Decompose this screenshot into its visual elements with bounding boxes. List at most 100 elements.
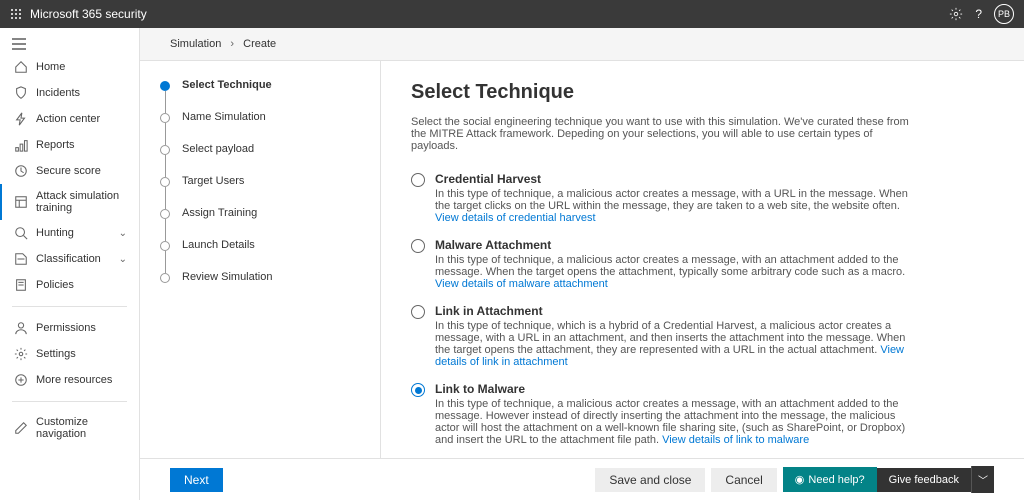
nav-label: Reports (36, 139, 75, 151)
technique-description: In this type of technique, a malicious a… (435, 398, 911, 446)
wizard-step[interactable]: Review Simulation (160, 273, 370, 305)
technique-radio[interactable] (411, 383, 425, 397)
technique-details-link[interactable]: View details of link to malware (662, 434, 809, 446)
footer-bar: Next Save and close Cancel ◉Need help? G… (140, 458, 1024, 500)
chevron-down-icon: ⌄ (119, 228, 127, 239)
report-icon (14, 138, 28, 152)
technique-details-link[interactable]: View details of malware attachment (435, 278, 608, 290)
wizard-body: Select Technique Select the social engin… (380, 61, 1024, 458)
step-indicator-icon (160, 241, 170, 251)
step-indicator-icon (160, 145, 170, 155)
step-label: Review Simulation (182, 271, 272, 283)
nav-item-customize-navigation[interactable]: Customize navigation (0, 410, 139, 446)
page-description: Select the social engineering technique … (411, 116, 911, 152)
step-label: Name Simulation (182, 111, 266, 123)
nav-divider (12, 401, 127, 402)
app-launcher-icon[interactable] (10, 8, 22, 20)
nav-label: Attack simulation training (36, 190, 127, 214)
cancel-button[interactable]: Cancel (711, 468, 776, 492)
next-button[interactable]: Next (170, 468, 223, 492)
nav-item-attack-simulation-training[interactable]: Attack simulation training (0, 184, 139, 220)
help-icon[interactable]: ? (975, 7, 982, 21)
top-bar: Microsoft 365 security ? PB (0, 0, 1024, 28)
nav-label: Permissions (36, 322, 96, 334)
wizard-step[interactable]: Select Technique (160, 81, 370, 113)
shield-icon (14, 86, 28, 100)
wizard-step[interactable]: Target Users (160, 177, 370, 209)
home-icon (14, 60, 28, 74)
technique-radio[interactable] (411, 239, 425, 253)
nav-item-incidents[interactable]: Incidents (0, 80, 139, 106)
breadcrumb-item: Create (243, 38, 276, 50)
chevron-down-icon: ⌄ (119, 254, 127, 265)
step-label: Launch Details (182, 239, 255, 251)
lightning-icon (14, 112, 28, 126)
technique-description: In this type of technique, which is a hy… (435, 320, 911, 368)
nav-label: Classification (36, 253, 101, 265)
nav-label: Hunting (36, 227, 74, 239)
step-indicator-icon (160, 81, 170, 91)
customize-icon (14, 421, 28, 435)
nav-label: Action center (36, 113, 100, 125)
technique-radio[interactable] (411, 305, 425, 319)
nav-label: Policies (36, 279, 74, 291)
technique-title: Link in Attachment (435, 304, 911, 318)
nav-label: Home (36, 61, 65, 73)
app-title: Microsoft 365 security (30, 7, 147, 21)
side-nav: Home Incidents Action center Reports Secure … (0, 28, 140, 500)
technique-title: Malware Attachment (435, 238, 911, 252)
nav-item-permissions[interactable]: Permissions (0, 315, 139, 341)
technique-details-link[interactable]: View details of link in attachment (435, 344, 904, 368)
technique-title: Link to Malware (435, 382, 911, 396)
step-indicator-icon (160, 177, 170, 187)
nav-item-settings[interactable]: Settings (0, 341, 139, 367)
wizard-step[interactable]: Assign Training (160, 209, 370, 241)
more-icon (14, 373, 28, 387)
page-title: Select Technique (411, 81, 994, 104)
nav-item-home[interactable]: Home (0, 54, 139, 80)
technique-description: In this type of technique, a malicious a… (435, 254, 911, 290)
step-label: Select payload (182, 143, 254, 155)
step-indicator-icon (160, 113, 170, 123)
permissions-icon (14, 321, 28, 335)
nav-item-hunting[interactable]: Hunting ⌄ (0, 220, 139, 246)
step-label: Target Users (182, 175, 244, 187)
step-label: Assign Training (182, 207, 257, 219)
step-indicator-icon (160, 273, 170, 283)
nav-item-policies[interactable]: Policies (0, 272, 139, 298)
save-and-close-button[interactable]: Save and close (595, 468, 705, 492)
technique-option: Malware Attachment In this type of techni… (411, 238, 911, 290)
technique-description: In this type of technique, a malicious a… (435, 188, 911, 224)
give-feedback-button[interactable]: Give feedback (877, 468, 971, 492)
technique-option: Link to Malware In this type of technique… (411, 382, 911, 446)
need-help-button[interactable]: ◉Need help? (783, 467, 877, 492)
nav-item-more-resources[interactable]: More resources (0, 367, 139, 393)
wizard-steps: Select Technique Name Simulation Select pa… (140, 61, 380, 458)
settings-gear-icon[interactable] (949, 7, 963, 21)
technique-details-link[interactable]: View details of credential harvest (435, 212, 596, 224)
wizard-step[interactable]: Select payload (160, 145, 370, 177)
feedback-expand-icon[interactable]: ﹀ (971, 466, 994, 493)
hunting-icon (14, 226, 28, 240)
policies-icon (14, 278, 28, 292)
breadcrumb-item[interactable]: Simulation (170, 38, 221, 50)
nav-item-reports[interactable]: Reports (0, 132, 139, 158)
nav-label: Customize navigation (36, 416, 127, 440)
user-avatar[interactable]: PB (994, 4, 1014, 24)
nav-item-secure-score[interactable]: Secure score (0, 158, 139, 184)
wizard-step[interactable]: Launch Details (160, 241, 370, 273)
technique-radio[interactable] (411, 173, 425, 187)
step-label: Select Technique (182, 79, 272, 91)
classification-icon (14, 252, 28, 266)
score-icon (14, 164, 28, 178)
nav-label: Incidents (36, 87, 80, 99)
wizard-step[interactable]: Name Simulation (160, 113, 370, 145)
nav-divider (12, 306, 127, 307)
attack-icon (14, 195, 28, 209)
nav-toggle-icon[interactable] (0, 34, 139, 54)
nav-item-action-center[interactable]: Action center (0, 106, 139, 132)
nav-item-classification[interactable]: Classification ⌄ (0, 246, 139, 272)
technique-option: Link in Attachment In this type of techni… (411, 304, 911, 368)
breadcrumb: Simulation › Create (140, 28, 1024, 60)
nav-label: Secure score (36, 165, 101, 177)
